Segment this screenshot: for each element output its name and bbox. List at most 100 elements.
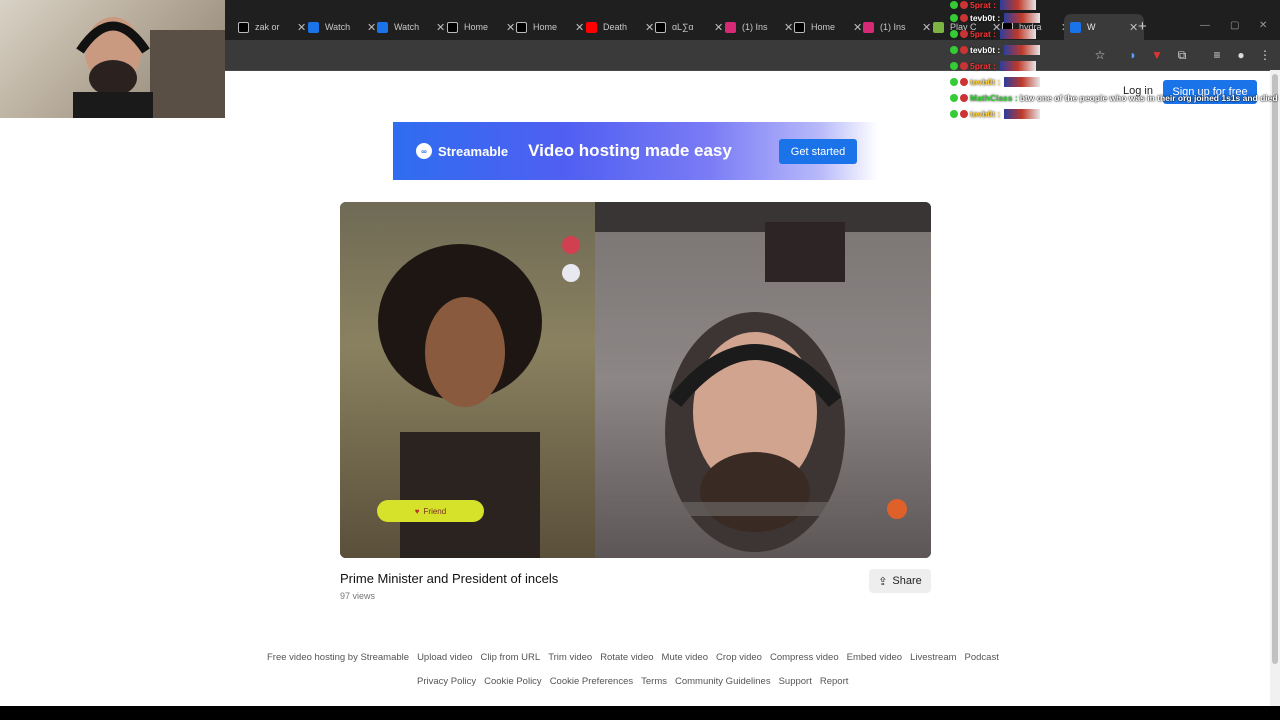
footer-link[interactable]: Livestream [910,652,956,663]
x-icon [516,21,527,33]
chat-message: 5prat : [950,61,1036,71]
streamable-icon: ∞ [416,143,432,159]
browser-tab[interactable]: Home ✕ [510,14,590,40]
chat-text: btw one of the people who was in their o… [1019,93,1278,103]
chat-username: tevb0t : [970,13,1001,23]
tab-label: Home [811,22,836,32]
game-icon [933,21,944,33]
screen: zak or ✕ Watch ✕ Watch ✕ Home ✕ Home ✕ Death ✕ ɑL∑ɑ ✕… [0,0,1280,720]
badge-icon [950,110,958,118]
badge-icon [960,110,968,118]
get-started-button[interactable]: Get started [779,139,857,164]
video-left-pane: ♥ Friend [340,202,595,558]
scrollbar-thumb[interactable] [1272,74,1278,664]
x-icon [655,21,666,33]
badge-icon [950,46,958,54]
footer-links-secondary: Privacy Policy Cookie Policy Cookie Prefer… [417,676,856,687]
banner-tagline: Video hosting made easy [528,141,732,160]
footer-link[interactable]: Upload video [417,652,472,663]
ad-banner[interactable]: ∞ Streamable Video hosting made easy Get… [393,122,878,180]
browser-tab[interactable]: Watch ✕ [371,14,451,40]
instagram-icon [863,21,874,33]
chat-message: tevb0t : [950,77,1041,87]
share-button[interactable]: ⇪ Share [869,569,931,593]
footer-link[interactable]: Clip from URL [481,652,541,663]
tab-label: Home [533,22,558,32]
video-right-pane [595,202,931,558]
footer-link[interactable]: Mute video [662,652,708,663]
footer-link[interactable]: Podcast [965,652,999,663]
browser-tab[interactable]: (1) Ins ✕ [857,14,937,40]
share-icon: ⇪ [878,575,888,588]
footer-link[interactable]: Community Guidelines [675,676,771,687]
chat-username: tevb0t : [970,45,1001,55]
man-figure [595,202,931,552]
footer-link[interactable]: Embed video [847,652,902,663]
footer-link[interactable]: Report [820,676,849,687]
browser-tab[interactable]: ɑL∑ɑ ✕ [649,14,729,40]
footer-links-primary: Free video hosting by Streamable Upload v… [267,652,1007,663]
banner-brand: Streamable [438,143,509,159]
chat-message: MathClass : btw one of the people who wa… [950,93,1278,103]
emote-icon [1004,109,1041,119]
chat-username: 5prat : [970,29,996,39]
tab-label: (1) Ins [880,22,906,32]
chat-username: tevb0t : [970,77,1001,87]
footer-link[interactable]: Privacy Policy [417,676,476,687]
chat-overlay: 5prat : tevb0t : 5prat : tevb0t : 5prat : tev… [950,0,1280,122]
footer-link[interactable]: Terms [641,676,667,687]
chat-username: 5prat : [970,0,996,10]
footer-link[interactable]: Rotate video [600,652,653,663]
streamer-figure [73,17,153,118]
video-title: Prime Minister and President of incels [340,571,559,586]
tab-label: Watch [325,22,351,32]
chat-message: tevb0t : [950,45,1041,55]
badge-icon [960,14,968,22]
instagram-icon [725,21,736,33]
emote-icon [1004,13,1041,23]
webcam-overlay [0,0,225,118]
badge-icon [950,14,958,22]
x-icon [447,21,458,33]
chat-message: 5prat : [950,0,1036,10]
footer-link[interactable]: Trim video [548,652,592,663]
tab-label: Home [464,22,489,32]
badge-icon [960,46,968,54]
badge-icon [950,78,958,86]
badge-icon [960,62,968,70]
badge-icon [950,62,958,70]
x-icon [238,21,249,33]
emote-icon [1004,77,1041,87]
footer-link[interactable]: Cookie Policy [484,676,542,687]
badge-icon [950,94,958,102]
streamable-icon [308,21,319,33]
emote-icon [999,61,1036,71]
browser-tab[interactable]: zak or ✕ [232,14,312,40]
chat-message: tevb0t : [950,109,1041,119]
tab-label: (1) Ins [742,22,768,32]
badge-icon [950,1,958,9]
footer-link[interactable]: Free video hosting by Streamable [267,652,409,663]
video-player[interactable]: ♥ Friend [340,202,931,558]
tab-label: Death [603,22,628,32]
heart-icon: ♥ [414,506,420,516]
streamable-logo: ∞ Streamable [416,143,508,159]
chat-message: tevb0t : [950,13,1041,23]
badge-icon [960,94,968,102]
footer-link[interactable]: Support [779,676,812,687]
friend-button[interactable]: ♥ Friend [377,500,484,522]
footer-link[interactable]: Compress video [770,652,839,663]
chat-username: 5prat : [970,61,996,71]
chat-username: tevb0t : [970,109,1001,119]
emote-icon [999,0,1036,10]
badge-icon [960,1,968,9]
footer-link[interactable]: Cookie Preferences [550,676,633,687]
footer-link[interactable]: Crop video [716,652,762,663]
x-icon [794,21,805,33]
tab-label: Watch [394,22,420,32]
friend-label: Friend [423,506,447,516]
badge-icon [960,30,968,38]
youtube-icon [586,21,597,33]
chat-username: MathClass : [970,93,1018,103]
tab-label: zak or [255,22,280,32]
